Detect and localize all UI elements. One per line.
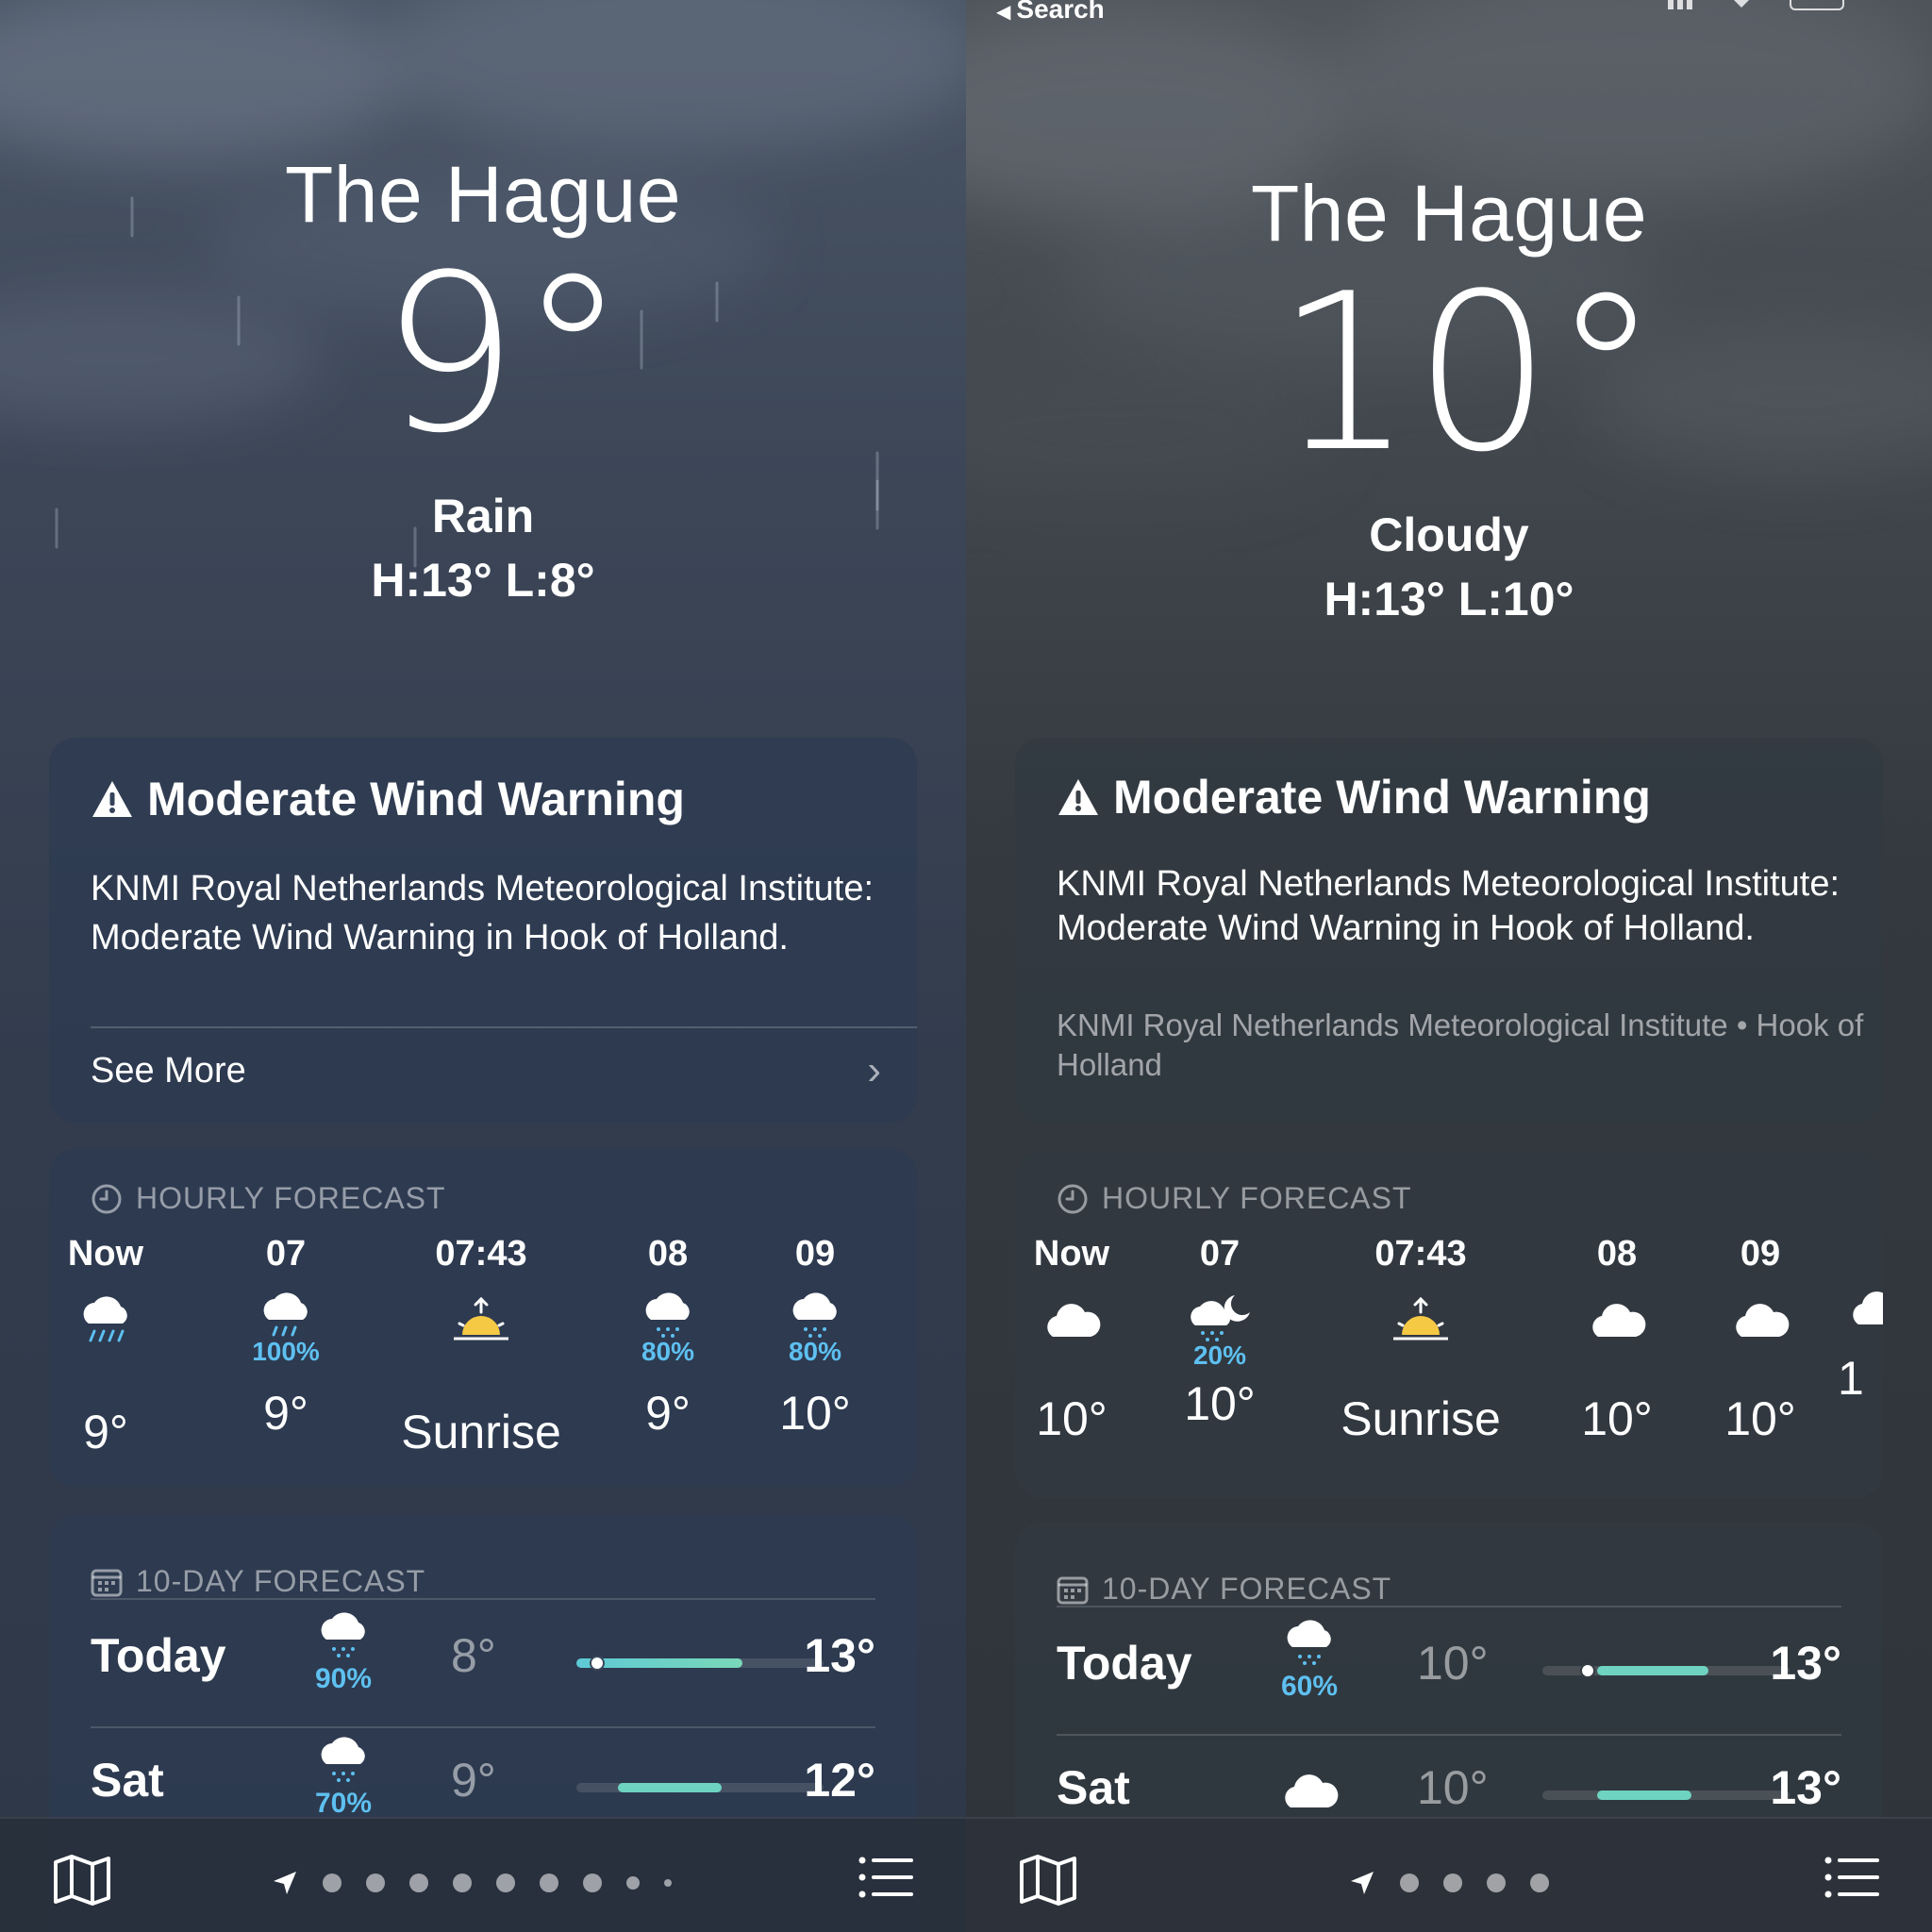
- current-temp-marker: [1580, 1663, 1595, 1678]
- hourly-item: 08 80% 9°: [621, 1234, 715, 1441]
- page-dot: [409, 1874, 428, 1892]
- alert-body: KNMI Royal Netherlands Meteorological In…: [1057, 864, 1840, 948]
- bottom-toolbar: [966, 1817, 1932, 1932]
- temperature-range-bar: [1542, 1663, 1790, 1678]
- clock-icon: [1058, 1184, 1088, 1213]
- divider: [91, 1026, 917, 1028]
- cloud-icon: [1845, 1279, 1883, 1345]
- location-arrow-icon: [274, 1872, 296, 1894]
- alert-title: Moderate Wind Warning: [147, 773, 685, 825]
- cloud-icon: [1024, 1291, 1119, 1357]
- hourly-forecast-header: HOURLY FORECAST: [91, 1181, 446, 1216]
- ten-day-forecast-header: 10-DAY FORECAST: [91, 1564, 425, 1599]
- back-to-search-button[interactable]: ◀ Search: [996, 0, 1105, 25]
- alert-title: Moderate Wind Warning: [1113, 771, 1651, 824]
- hourly-forecast-card[interactable]: HOURLY FORECAST Now 9° 07 100% 9° 07:43: [49, 1149, 917, 1487]
- high-low-temps: H:13° L:8°: [371, 554, 595, 607]
- hourly-item: 09 10°: [1713, 1234, 1807, 1446]
- current-temp-marker: [590, 1656, 605, 1671]
- weather-alert-card[interactable]: Moderate Wind Warning KNMI Royal Netherl…: [1015, 738, 1883, 1123]
- condition-text: Rain: [431, 490, 535, 542]
- hourly-item: 08 10°: [1570, 1234, 1664, 1446]
- page-dot: [664, 1879, 672, 1887]
- map-icon[interactable]: [53, 1855, 111, 1910]
- divider: [91, 1598, 875, 1600]
- current-conditions: The Hague: [0, 149, 966, 241]
- calendar-icon: [91, 1569, 123, 1596]
- drizzle-cloud-icon: [621, 1291, 715, 1339]
- weather-screen-cloudy: ◀ Search The Hague 10° Cloudy H:13° L:10°…: [966, 0, 1932, 1932]
- hourly-item: 09 80% 10°: [758, 1234, 872, 1441]
- cloud-moon-rain-icon: [1168, 1291, 1272, 1342]
- drizzle-cloud-icon: 90%: [296, 1611, 391, 1695]
- hourly-forecast-header: HOURLY FORECAST: [1057, 1181, 1412, 1216]
- signal-wifi-battery-icon: [1668, 0, 1844, 10]
- rain-cloud-icon: [58, 1291, 153, 1357]
- sunrise-icon: [1326, 1291, 1515, 1357]
- temperature-range-bar: [1542, 1790, 1790, 1800]
- page-dot: [453, 1874, 472, 1892]
- alert-body: KNMI Royal Netherlands Meteorological In…: [91, 869, 874, 958]
- warning-icon: [1058, 779, 1098, 815]
- high-low-temps: H:13° L:10°: [1324, 573, 1574, 625]
- drizzle-cloud-icon: [758, 1291, 872, 1339]
- hourly-item: 07:43 Sunrise: [1326, 1234, 1515, 1446]
- alert-source: KNMI Royal Netherlands Meteorological In…: [1057, 1008, 1864, 1082]
- map-icon[interactable]: [1019, 1855, 1077, 1910]
- location-arrow-icon: [1351, 1872, 1374, 1894]
- status-icons: [1668, 0, 1857, 18]
- current-temperature: 10°: [1275, 248, 1660, 500]
- page-dot: [1400, 1874, 1419, 1892]
- page-dot: [496, 1874, 515, 1892]
- cloud-icon: [1262, 1762, 1357, 1824]
- daily-row-today[interactable]: Today 60% 10° 13°: [1057, 1611, 1841, 1734]
- page-dot: [323, 1874, 341, 1892]
- see-more-link[interactable]: See More: [91, 1051, 246, 1091]
- page-dot: [583, 1874, 602, 1892]
- city-name: The Hague: [284, 150, 682, 239]
- hourly-item: Now 10°: [1024, 1234, 1119, 1446]
- page-dot: [1530, 1874, 1549, 1892]
- clock-icon: [92, 1184, 122, 1213]
- temperature-range-bar: [576, 1656, 824, 1671]
- cloud-icon: [1570, 1291, 1664, 1357]
- warning-icon: [92, 781, 132, 817]
- current-temperature: 9°: [380, 229, 627, 481]
- page-dot: [366, 1874, 385, 1892]
- daily-row-today[interactable]: Today 90% 8° 13°: [91, 1604, 875, 1726]
- alert-title-row: Moderate Wind Warning: [91, 772, 685, 826]
- page-dot: [540, 1874, 558, 1892]
- hourly-item: Now 9°: [58, 1234, 153, 1459]
- ten-day-forecast-header: 10-DAY FORECAST: [1057, 1572, 1391, 1607]
- hourly-item: 07:43 Sunrise: [387, 1234, 575, 1459]
- page-dot: [1487, 1874, 1506, 1892]
- bottom-toolbar: [0, 1817, 966, 1932]
- weather-screen-rain: The Hague 9° Rain H:13° L:8° Moderate Wi…: [0, 0, 966, 1932]
- hourly-forecast-card[interactable]: HOURLY FORECAST Now 10° 07 20% 10° 07:43…: [1015, 1151, 1883, 1498]
- calendar-icon: [1057, 1576, 1089, 1604]
- drizzle-cloud-icon: 70%: [296, 1736, 391, 1820]
- page-indicator[interactable]: [272, 1870, 672, 1896]
- cloud-icon: [1713, 1291, 1807, 1357]
- condition-text: Cloudy: [1369, 508, 1529, 561]
- sunrise-icon: [387, 1291, 575, 1357]
- list-icon[interactable]: [1824, 1857, 1879, 1903]
- hourly-item: 07 20% 10°: [1168, 1234, 1272, 1431]
- page-dot: [626, 1876, 640, 1890]
- hourly-item: 07 100% 9°: [234, 1234, 338, 1441]
- alert-title-row: Moderate Wind Warning: [1057, 770, 1651, 824]
- drizzle-cloud-icon: 60%: [1262, 1619, 1357, 1703]
- divider: [1057, 1606, 1841, 1607]
- rain-cloud-icon: [234, 1291, 338, 1339]
- weather-alert-card[interactable]: Moderate Wind Warning KNMI Royal Netherl…: [49, 738, 917, 1123]
- page-indicator[interactable]: [1349, 1870, 1549, 1896]
- temperature-range-bar: [576, 1783, 824, 1792]
- city-name: The Hague: [1250, 169, 1648, 258]
- page-dot: [1443, 1874, 1462, 1892]
- list-icon[interactable]: [858, 1857, 913, 1903]
- hourly-item-partial: 1: [1828, 1234, 1883, 1406]
- chevron-right-icon: ›: [867, 1047, 881, 1093]
